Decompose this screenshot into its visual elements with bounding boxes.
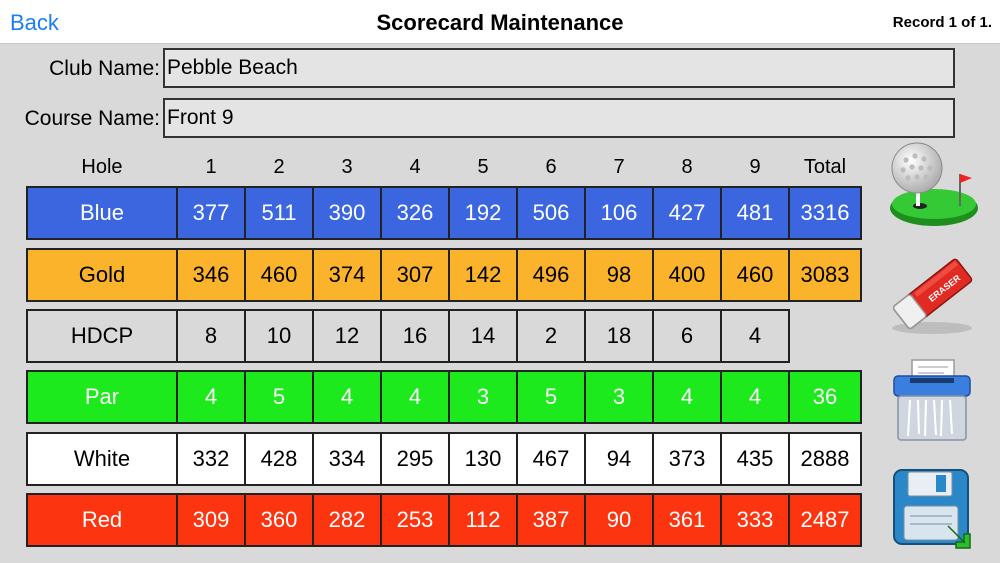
- row-label-red: Red: [26, 493, 178, 547]
- row-label-gold: Gold: [26, 248, 178, 302]
- score-cell-blue-hole-9[interactable]: 481: [720, 186, 790, 240]
- total-cell-blue: 3316: [788, 186, 862, 240]
- golf-ball-icon[interactable]: [884, 142, 980, 232]
- scorecard-header: Hole 1 2 3 4 5 6 7 8 9 Total: [26, 156, 862, 182]
- row-label-white: White: [26, 432, 178, 486]
- total-cell-par: 36: [788, 370, 862, 424]
- top-bar: Back Scorecard Maintenance Record 1 of 1…: [0, 0, 1000, 44]
- score-cell-gold-hole-6[interactable]: 496: [516, 248, 586, 302]
- header-hole-1: 1: [205, 156, 217, 178]
- score-cell-hdcp-hole-6[interactable]: 2: [516, 309, 586, 363]
- score-cell-hdcp-hole-7[interactable]: 18: [584, 309, 654, 363]
- course-name-input[interactable]: [163, 98, 955, 138]
- row-label-blue: Blue: [26, 186, 178, 240]
- score-cell-hdcp-hole-1[interactable]: 8: [176, 309, 246, 363]
- score-cell-white-hole-7[interactable]: 94: [584, 432, 654, 486]
- total-cell-white: 2888: [788, 432, 862, 486]
- total-cell-gold: 3083: [788, 248, 862, 302]
- score-cell-red-hole-8[interactable]: 361: [652, 493, 722, 547]
- score-cell-gold-hole-8[interactable]: 400: [652, 248, 722, 302]
- score-cell-white-hole-3[interactable]: 334: [312, 432, 382, 486]
- score-cell-blue-hole-7[interactable]: 106: [584, 186, 654, 240]
- score-cell-blue-hole-6[interactable]: 506: [516, 186, 586, 240]
- course-name-label: Course Name:: [24, 107, 160, 130]
- header-hole-4: 4: [409, 156, 421, 178]
- header-hole: Hole: [81, 156, 123, 178]
- score-cell-gold-hole-4[interactable]: 307: [380, 248, 450, 302]
- score-cell-blue-hole-1[interactable]: 377: [176, 186, 246, 240]
- score-cell-gold-hole-7[interactable]: 98: [584, 248, 654, 302]
- score-cell-blue-hole-8[interactable]: 427: [652, 186, 722, 240]
- score-cell-white-hole-6[interactable]: 467: [516, 432, 586, 486]
- score-cell-red-hole-7[interactable]: 90: [584, 493, 654, 547]
- score-cell-hdcp-hole-3[interactable]: 12: [312, 309, 382, 363]
- shredder-icon[interactable]: [884, 356, 980, 448]
- row-label-hdcp: HDCP: [26, 309, 178, 363]
- score-cell-par-hole-9[interactable]: 4: [720, 370, 790, 424]
- score-cell-gold-hole-5[interactable]: 142: [448, 248, 518, 302]
- row-label-par: Par: [26, 370, 178, 424]
- header-hole-7: 7: [613, 156, 625, 178]
- score-cell-red-hole-4[interactable]: 253: [380, 493, 450, 547]
- score-cell-hdcp-hole-8[interactable]: 6: [652, 309, 722, 363]
- save-disk-icon[interactable]: [890, 466, 976, 552]
- score-cell-hdcp-hole-2[interactable]: 10: [244, 309, 314, 363]
- score-cell-hdcp-hole-4[interactable]: 16: [380, 309, 450, 363]
- score-cell-par-hole-1[interactable]: 4: [176, 370, 246, 424]
- score-cell-red-hole-5[interactable]: 112: [448, 493, 518, 547]
- score-cell-hdcp-hole-5[interactable]: 14: [448, 309, 518, 363]
- score-cell-par-hole-5[interactable]: 3: [448, 370, 518, 424]
- score-cell-red-hole-6[interactable]: 387: [516, 493, 586, 547]
- total-cell-red: 2487: [788, 493, 862, 547]
- header-total: Total: [803, 156, 847, 178]
- score-cell-blue-hole-5[interactable]: 192: [448, 186, 518, 240]
- header-hole-6: 6: [545, 156, 557, 178]
- score-cell-par-hole-3[interactable]: 4: [312, 370, 382, 424]
- score-cell-white-hole-2[interactable]: 428: [244, 432, 314, 486]
- club-name-input[interactable]: [163, 48, 955, 88]
- score-cell-blue-hole-4[interactable]: 326: [380, 186, 450, 240]
- header-hole-5: 5: [477, 156, 489, 178]
- header-hole-9: 9: [749, 156, 761, 178]
- score-cell-par-hole-7[interactable]: 3: [584, 370, 654, 424]
- header-hole-3: 3: [341, 156, 353, 178]
- page-title: Scorecard Maintenance: [376, 10, 624, 35]
- score-cell-red-hole-3[interactable]: 282: [312, 493, 382, 547]
- club-name-label: Club Name:: [49, 57, 160, 80]
- score-cell-par-hole-8[interactable]: 4: [652, 370, 722, 424]
- score-cell-white-hole-1[interactable]: 332: [176, 432, 246, 486]
- score-cell-gold-hole-1[interactable]: 346: [176, 248, 246, 302]
- score-cell-red-hole-1[interactable]: 309: [176, 493, 246, 547]
- header-hole-2: 2: [273, 156, 285, 178]
- score-cell-blue-hole-3[interactable]: 390: [312, 186, 382, 240]
- score-cell-white-hole-9[interactable]: 435: [720, 432, 790, 486]
- score-cell-par-hole-6[interactable]: 5: [516, 370, 586, 424]
- score-cell-par-hole-2[interactable]: 5: [244, 370, 314, 424]
- score-cell-blue-hole-2[interactable]: 511: [244, 186, 314, 240]
- score-cell-white-hole-8[interactable]: 373: [652, 432, 722, 486]
- score-cell-gold-hole-9[interactable]: 460: [720, 248, 790, 302]
- eraser-icon[interactable]: ERASER: [884, 248, 980, 338]
- score-cell-red-hole-2[interactable]: 360: [244, 493, 314, 547]
- score-cell-red-hole-9[interactable]: 333: [720, 493, 790, 547]
- score-cell-white-hole-4[interactable]: 295: [380, 432, 450, 486]
- score-cell-par-hole-4[interactable]: 4: [380, 370, 450, 424]
- header-hole-8: 8: [681, 156, 693, 178]
- score-cell-hdcp-hole-9[interactable]: 4: [720, 309, 790, 363]
- score-cell-gold-hole-3[interactable]: 374: [312, 248, 382, 302]
- score-cell-white-hole-5[interactable]: 130: [448, 432, 518, 486]
- score-cell-gold-hole-2[interactable]: 460: [244, 248, 314, 302]
- record-status: Record 1 of 1.: [892, 14, 992, 31]
